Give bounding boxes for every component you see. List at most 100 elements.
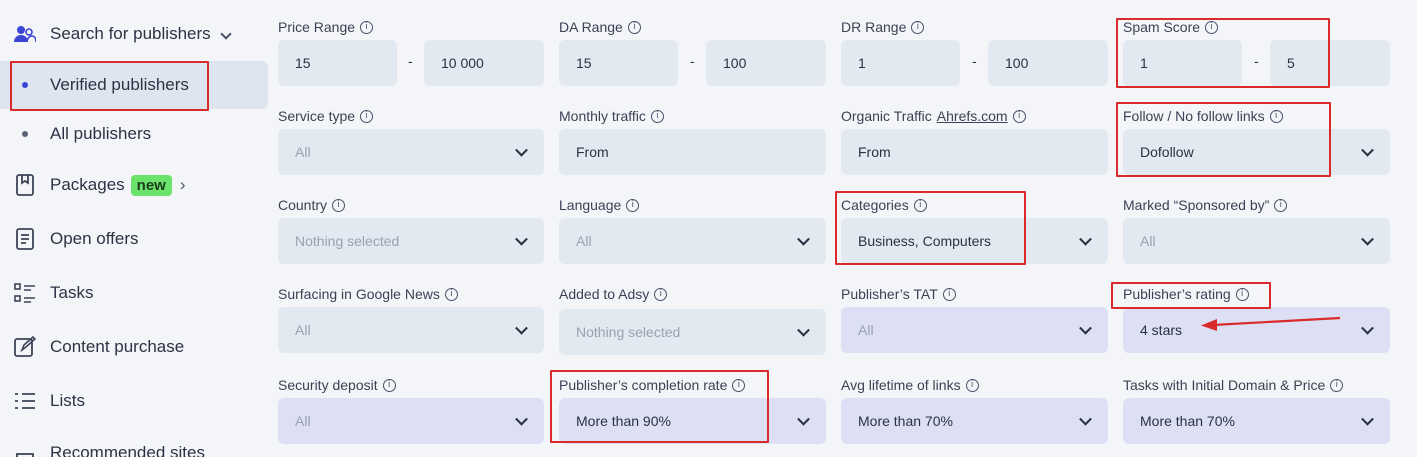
dr-range-label: DR Range i (841, 19, 925, 35)
follow-links-label: Follow / No follow links i (1123, 108, 1283, 124)
dot-icon (14, 74, 36, 96)
monthly-traffic-label: Monthly traffic i (559, 108, 664, 124)
sidebar-item-label: Verified publishers (50, 75, 189, 94)
chevron-right-icon: › (179, 174, 186, 194)
chevron-down-icon (1361, 412, 1374, 426)
sponsored-select[interactable]: All (1123, 218, 1390, 264)
chevron-down-icon (515, 143, 528, 157)
dr-from-input[interactable]: 1 (841, 40, 960, 86)
chevron-down-icon (515, 321, 528, 335)
monthly-traffic-input[interactable]: From (559, 129, 826, 175)
categories-select[interactable]: Business, Computers (841, 218, 1108, 264)
sidebar-item-label: Recommended sites (50, 443, 205, 457)
sidebar-item-tasks[interactable]: Tasks (0, 269, 268, 317)
info-icon[interactable]: i (911, 20, 925, 34)
sidebar-item-all-publishers[interactable]: All publishers (0, 110, 268, 158)
info-icon[interactable]: i (650, 109, 664, 123)
sidebar-item-search-publishers[interactable]: Search for publishers (0, 10, 268, 58)
sidebar-item-label: Content purchase (50, 337, 185, 356)
da-range-label: DA Range i (559, 19, 641, 35)
sidebar-item-label: Packages (50, 174, 125, 194)
publisher-tat-label: Publisher’s TAT i (841, 286, 956, 302)
sidebar-item-lists[interactable]: Lists (0, 377, 268, 425)
sidebar-item-recommended-sites[interactable]: Recommended sites (0, 429, 268, 457)
info-icon[interactable]: i (1235, 287, 1249, 301)
tasks-icon (14, 282, 36, 304)
sidebar-item-label: All publishers (50, 124, 152, 143)
publisher-rating-label: Publisher’s rating i (1123, 286, 1249, 302)
info-icon[interactable]: i (626, 198, 640, 212)
chevron-down-icon (1079, 412, 1092, 426)
service-type-select[interactable]: All (278, 129, 544, 175)
info-icon[interactable]: i (332, 198, 346, 212)
info-icon[interactable]: i (1269, 109, 1283, 123)
chevron-down-icon (515, 232, 528, 246)
range-separator: - (408, 53, 413, 69)
range-separator: - (1254, 53, 1259, 69)
chevron-down-icon (515, 412, 528, 426)
info-icon[interactable]: i (1274, 198, 1288, 212)
ahrefs-link[interactable]: Ahrefs.com (937, 108, 1008, 124)
info-icon[interactable]: i (627, 20, 641, 34)
sidebar-item-open-offers[interactable]: Open offers (0, 215, 268, 263)
price-from-input[interactable]: 15 (278, 40, 397, 86)
price-to-input[interactable]: 10 000 (424, 40, 544, 86)
sidebar-item-label: Tasks (50, 283, 94, 302)
added-to-adsy-select[interactable]: Nothing selected (559, 309, 826, 355)
sidebar-item-packages[interactable]: Packages new › (0, 161, 268, 209)
chevron-down-icon (1361, 143, 1374, 157)
red-arrow-icon (1201, 316, 1341, 331)
country-select[interactable]: Nothing selected (278, 218, 544, 264)
info-icon[interactable]: i (1205, 20, 1219, 34)
service-type-label: Service type i (278, 108, 374, 124)
da-to-input[interactable]: 100 (706, 40, 826, 86)
initial-domain-price-select[interactable]: More than 70% (1123, 398, 1390, 444)
info-icon[interactable]: i (965, 378, 979, 392)
sidebar-item-content-purchase[interactable]: Content purchase (0, 323, 268, 371)
info-icon[interactable]: i (382, 378, 396, 392)
initial-domain-price-label: Tasks with Initial Domain & Price i (1123, 377, 1344, 393)
bookmark-icon (14, 174, 36, 196)
edit-icon (14, 336, 36, 358)
chevron-down-icon (797, 412, 810, 426)
info-icon[interactable]: i (360, 109, 374, 123)
recommended-icon (14, 442, 36, 457)
info-icon[interactable]: i (942, 287, 956, 301)
security-deposit-label: Security deposit i (278, 377, 396, 393)
info-icon[interactable]: i (1330, 378, 1344, 392)
completion-rate-select[interactable]: More than 90% (559, 398, 826, 444)
info-icon[interactable]: i (654, 287, 668, 301)
sidebar-item-label: Open offers (50, 229, 139, 248)
added-to-adsy-label: Added to Adsy i (559, 286, 668, 302)
spam-from-input[interactable]: 1 (1123, 40, 1242, 86)
users-icon (14, 23, 36, 45)
info-icon[interactable]: i (1012, 109, 1026, 123)
info-icon[interactable]: i (732, 378, 746, 392)
security-deposit-select[interactable]: All (278, 398, 544, 444)
publisher-tat-select[interactable]: All (841, 307, 1108, 353)
da-from-input[interactable]: 15 (559, 40, 678, 86)
sidebar-item-verified-publishers[interactable]: Verified publishers (0, 61, 268, 109)
spam-to-input[interactable]: 5 (1270, 40, 1390, 86)
range-separator: - (690, 53, 695, 69)
country-label: Country i (278, 197, 346, 213)
follow-links-select[interactable]: Dofollow (1123, 129, 1390, 175)
chevron-down-icon (1361, 321, 1374, 335)
avg-lifetime-select[interactable]: More than 70% (841, 398, 1108, 444)
info-icon[interactable]: i (913, 198, 927, 212)
categories-label: Categories i (841, 197, 927, 213)
chevron-down-icon (797, 232, 810, 246)
info-icon[interactable]: i (444, 287, 458, 301)
google-news-label: Surfacing in Google News i (278, 286, 458, 302)
dr-to-input[interactable]: 100 (988, 40, 1108, 86)
completion-rate-label: Publisher’s completion rate i (559, 377, 746, 393)
language-select[interactable]: All (559, 218, 826, 264)
sidebar-item-label: Lists (50, 391, 85, 410)
sidebar: Search for publishers Verified publisher… (0, 0, 268, 457)
spam-score-label: Spam Score i (1123, 19, 1219, 35)
info-icon[interactable]: i (360, 20, 374, 34)
organic-traffic-label: Organic Traffic Ahrefs.com i (841, 108, 1026, 124)
google-news-select[interactable]: All (278, 307, 544, 353)
organic-traffic-input[interactable]: From (841, 129, 1108, 175)
avg-lifetime-label: Avg lifetime of links i (841, 377, 979, 393)
